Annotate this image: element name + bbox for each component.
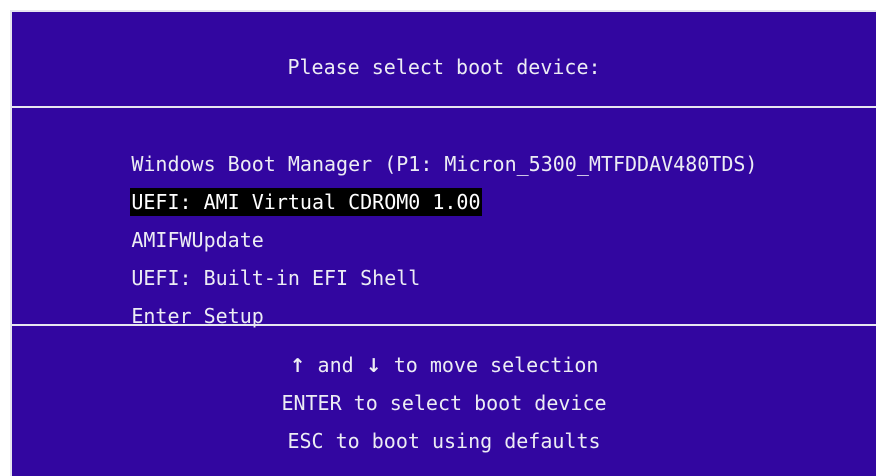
help-line-navigation: ↑ and ↓ to move selection xyxy=(12,346,876,384)
screen: Please select boot device: Windows Boot … xyxy=(0,0,878,476)
down-arrow-icon: ↓ xyxy=(365,355,382,377)
help-move-text: to move selection xyxy=(381,353,599,377)
boot-device-label: UEFI: Built-in EFI Shell xyxy=(131,266,421,290)
help-line-enter: ENTER to select boot device xyxy=(281,391,607,415)
dialog-header: Please select boot device: xyxy=(12,12,876,108)
help-line-esc: ESC to boot using defaults xyxy=(287,429,601,453)
help-and-text: and xyxy=(305,353,366,377)
boot-device-label: UEFI: AMI Virtual CDROM0 1.00 xyxy=(130,188,482,216)
boot-device-windows-boot-manager[interactable]: Windows Boot Manager (P1: Micron_5300_MT… xyxy=(34,122,758,176)
boot-device-list: Windows Boot Manager (P1: Micron_5300_MT… xyxy=(34,122,758,328)
boot-device-label: AMIFWUpdate xyxy=(131,228,264,252)
up-arrow-icon: ↑ xyxy=(289,355,306,377)
boot-menu-dialog: Please select boot device: Windows Boot … xyxy=(10,10,876,476)
header-divider xyxy=(12,106,876,108)
footer-divider xyxy=(12,324,876,326)
dialog-title: Please select boot device: xyxy=(287,55,601,79)
help-footer: ↑ and ↓ to move selection ENTER to selec… xyxy=(12,346,876,460)
boot-device-label: Windows Boot Manager (P1: Micron_5300_MT… xyxy=(131,152,758,176)
